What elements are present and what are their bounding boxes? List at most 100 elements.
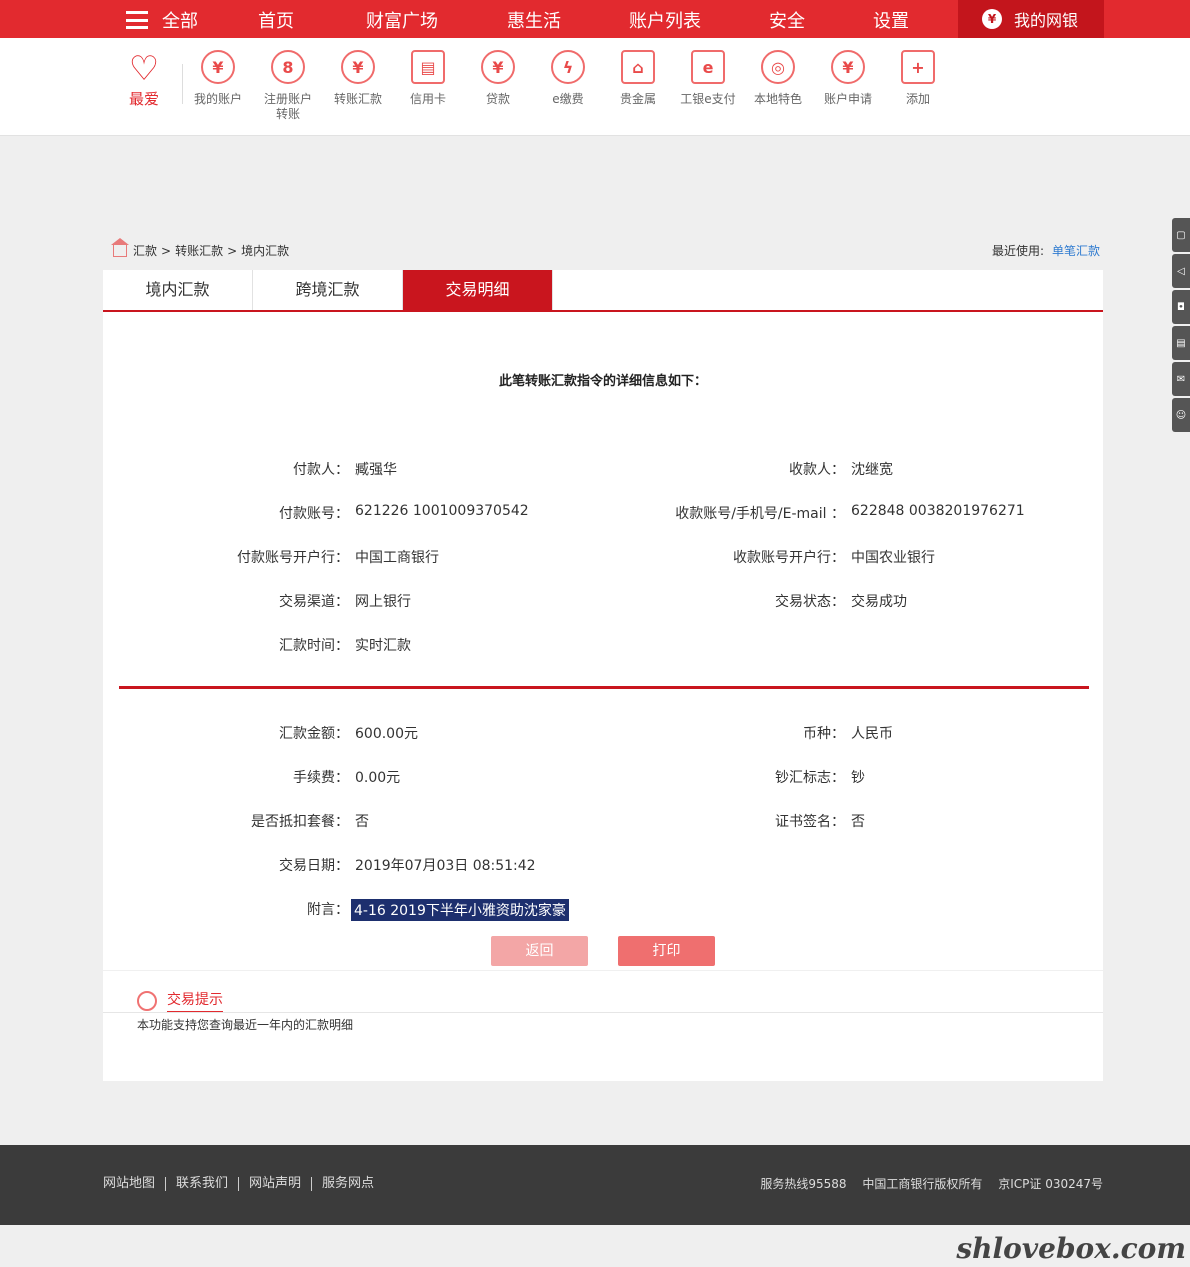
menu-all-label: 全部 — [162, 11, 198, 32]
tab-domestic-transfer[interactable]: 境内汇款 — [103, 270, 253, 310]
nav-home[interactable]: 首页 — [258, 7, 294, 33]
remark-value[interactable]: 4-16 2019下半年小雅资助沈家豪 — [351, 899, 569, 921]
quick-label: 工银e支付 — [680, 92, 736, 106]
nav-wealth[interactable]: 财富广场 — [366, 7, 438, 33]
footer-link-sitemap[interactable]: 网站地图 — [103, 1177, 165, 1191]
quick-label: 本地特色 — [753, 92, 802, 106]
hotline: 服务热线95588 — [760, 1177, 847, 1191]
recent-label: 最近使用: — [991, 244, 1044, 258]
field-label: 付款账号： — [279, 506, 349, 522]
field-value: 否 — [851, 814, 865, 830]
quick-registered-transfer[interactable]: 8 注册账户转账 — [253, 50, 323, 122]
apply-icon: ¥ — [831, 50, 865, 84]
menu-all-button[interactable]: 全部 — [126, 7, 198, 33]
field-value: 人民币 — [851, 726, 893, 742]
quick-local-feature[interactable]: ◎ 本地特色 — [743, 50, 813, 107]
quick-icbc-epay[interactable]: e 工银e支付 — [673, 50, 743, 107]
tab-bar: 境内汇款 跨境汇款 交易明细 — [103, 270, 1103, 312]
quick-label: 添加 — [905, 92, 930, 106]
tab-cross-border-transfer[interactable]: 跨境汇款 — [253, 270, 403, 310]
favorites-label: 最爱 — [128, 90, 159, 108]
menu-icon — [126, 11, 148, 29]
quick-label: 我的账户 — [193, 92, 242, 106]
footer-link-branches[interactable]: 服务网点 — [311, 1177, 384, 1191]
quick-loan[interactable]: ¥ 贷款 — [463, 50, 533, 107]
my-ebank-button[interactable]: ¥ 我的网银 — [958, 0, 1104, 38]
loan-bag-icon: ¥ — [481, 50, 515, 84]
breadcrumb: 汇款 > 转账汇款 > 境内汇款 — [111, 237, 290, 259]
breadcrumb-item: 境内汇款 — [241, 244, 290, 258]
field-value: 臧强华 — [355, 462, 397, 478]
transfer-icon: ¥ — [341, 50, 375, 84]
quick-credit-card[interactable]: ▤ 信用卡 — [393, 50, 463, 107]
quick-add[interactable]: + 添加 — [883, 50, 953, 107]
breadcrumb-item[interactable]: 汇款 — [133, 242, 157, 259]
quick-transfer[interactable]: ¥ 转账汇款 — [323, 50, 393, 107]
service-icon[interactable]: ☺ — [1172, 398, 1190, 432]
favorites[interactable]: ♡ 最爱 — [124, 50, 164, 109]
recent-link-single-transfer[interactable]: 单笔汇款 — [1052, 244, 1100, 258]
field-value: 中国工商银行 — [355, 550, 439, 566]
tab-transaction-detail[interactable]: 交易明细 — [403, 270, 553, 310]
nav-accounts[interactable]: 账户列表 — [629, 7, 701, 33]
field-value: 网上银行 — [355, 594, 411, 610]
field-label: 是否抵扣套餐： — [251, 814, 349, 830]
footer: 网站地图 联系我们 网站声明 服务网点 服务热线95588 中国工商银行版权所有… — [0, 1145, 1190, 1225]
quick-label: 转账汇款 — [333, 92, 382, 106]
tips-section: 交易提示 本功能支持您查询最近一年内的汇款明细 — [103, 970, 1103, 1081]
epay-card-icon: e — [691, 50, 725, 84]
field-value: 中国农业银行 — [851, 550, 935, 566]
quick-precious-metal[interactable]: ⌂ 贵金属 — [603, 50, 673, 107]
nav-security[interactable]: 安全 — [769, 7, 805, 33]
watermark: shlovebox.com — [956, 1232, 1186, 1265]
footer-links: 网站地图 联系我们 网站声明 服务网点 — [103, 1177, 384, 1191]
quick-label: 注册账户转账 — [263, 92, 312, 121]
main-panel: 境内汇款 跨境汇款 交易明细 此笔转账汇款指令的详细信息如下： 付款人： 臧强华… — [103, 270, 1103, 1081]
refresh-icon: 8 — [271, 50, 305, 84]
quick-access-bar: ♡ 最爱 ¥ 我的账户 8 注册账户转账 ¥ 转账汇款 ▤ 信用卡 ¥ 贷款 ϟ… — [0, 38, 1190, 136]
back-button[interactable]: 返回 — [491, 936, 588, 966]
field-label: 币种： — [803, 726, 845, 742]
detail-headline: 此笔转账汇款指令的详细信息如下： — [498, 374, 707, 389]
quick-account-apply[interactable]: ¥ 账户申请 — [813, 50, 883, 107]
side-toolbar: ▢ ◁ ◘ ▤ ✉ ☺ — [1172, 218, 1190, 434]
home-icon[interactable] — [111, 237, 129, 257]
field-label: 汇款金额： — [279, 726, 349, 742]
nav-life[interactable]: 惠生活 — [507, 7, 561, 33]
mail-icon[interactable]: ✉ — [1172, 362, 1190, 396]
send-icon[interactable]: ◁ — [1172, 254, 1190, 288]
quick-e-payment[interactable]: ϟ e缴费 — [533, 50, 603, 107]
top-nav: 全部 首页 财富广场 惠生活 账户列表 安全 设置 ¥ 我的网银 — [0, 0, 1190, 38]
tips-header: 交易提示 — [137, 989, 223, 1013]
tips-title: 交易提示 — [167, 989, 223, 1013]
field-value: 钞 — [851, 770, 865, 786]
breadcrumb-item[interactable]: 转账汇款 — [175, 242, 223, 259]
quick-label: 贷款 — [485, 92, 510, 106]
field-value: 2019年07月03日 08:51:42 — [355, 858, 536, 874]
field-label: 交易日期： — [279, 858, 349, 874]
quick-label: e缴费 — [552, 92, 584, 106]
yuan-icon: ¥ — [201, 50, 235, 84]
footer-info: 服务热线95588 中国工商银行版权所有 京ICP证 030247号 — [748, 1175, 1103, 1192]
gift-icon[interactable]: ▢ — [1172, 218, 1190, 252]
nav-settings[interactable]: 设置 — [873, 7, 909, 33]
icp: 京ICP证 030247号 — [998, 1177, 1103, 1191]
field-value: 621226 1001009370542 — [355, 503, 529, 519]
footer-link-statement[interactable]: 网站声明 — [238, 1177, 311, 1191]
field-value: 实时汇款 — [355, 638, 411, 654]
tips-text: 本功能支持您查询最近一年内的汇款明细 — [137, 1018, 354, 1032]
field-label: 汇款时间： — [279, 638, 349, 654]
field-label: 证书签名： — [775, 814, 845, 830]
gold-bars-icon: ⌂ — [621, 50, 655, 84]
field-label: 交易渠道： — [279, 594, 349, 610]
section-divider — [119, 686, 1089, 689]
camera-icon[interactable]: ◘ — [1172, 290, 1190, 324]
recent-used: 最近使用: 单笔汇款 — [992, 242, 1100, 259]
quick-my-account[interactable]: ¥ 我的账户 — [183, 50, 253, 107]
field-label: 交易状态： — [775, 594, 845, 610]
field-label: 附言： — [307, 902, 349, 918]
calendar-icon[interactable]: ▤ — [1172, 326, 1190, 360]
field-label: 手续费： — [293, 770, 349, 786]
print-button[interactable]: 打印 — [618, 936, 715, 966]
footer-link-contact[interactable]: 联系我们 — [165, 1177, 238, 1191]
